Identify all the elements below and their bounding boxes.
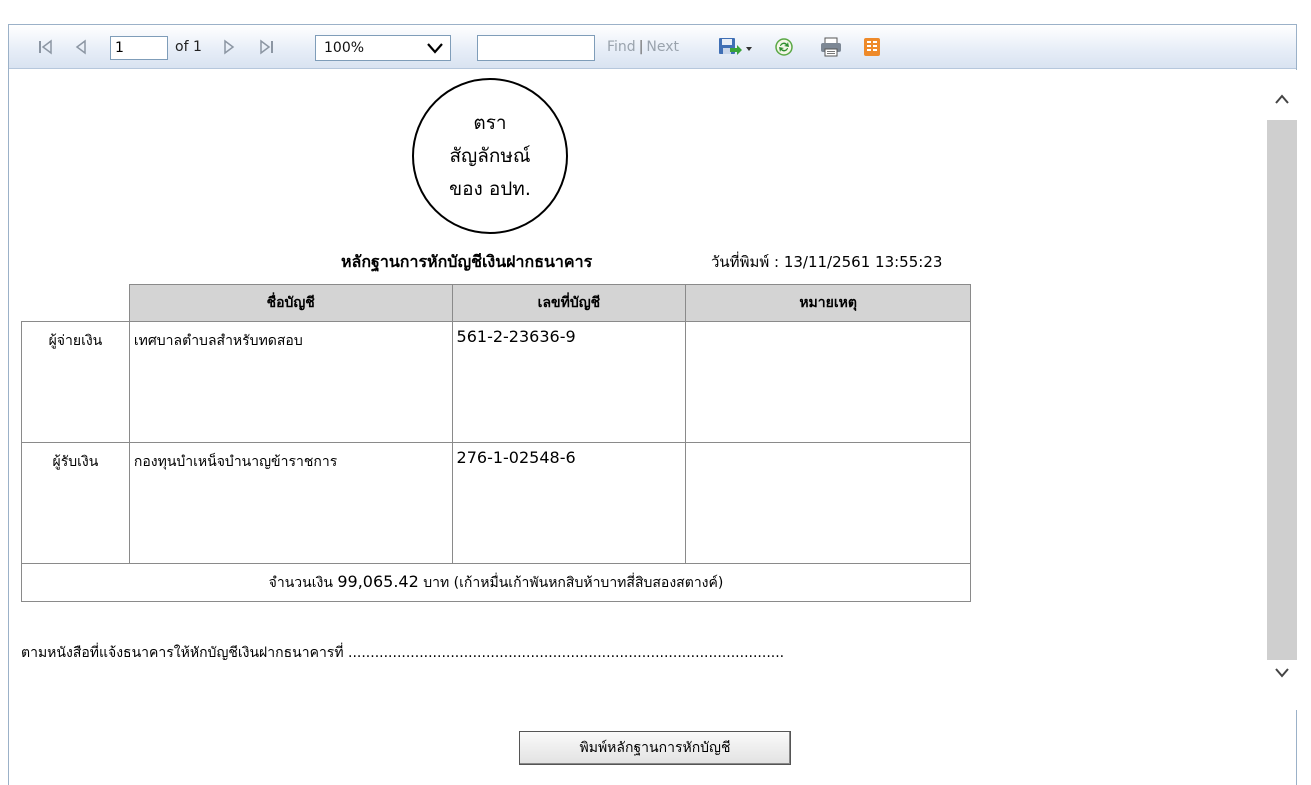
table-row: ผู้รับเงิน กองทุนบำเหน็จบำนาญข้าราชการ 2… [21,442,971,564]
amount-row: จำนวนเงิน 99,065.42 บาท (เก้าหมื่นเก้าพั… [21,563,971,602]
last-page-icon[interactable] [255,37,277,57]
scroll-thumb[interactable] [1267,120,1297,660]
amount-cell: จำนวนเงิน 99,065.42 บาท (เก้าหมื่นเก้าพั… [21,563,971,602]
print-date: วันที่พิมพ์ : 13/11/2561 13:55:23 [711,253,943,271]
table-header-row: ชื่อบัญชี เลขที่บัญชี หมายเหตุ [21,284,971,322]
find-link[interactable]: Find [607,39,636,55]
find-next-link[interactable]: Next [646,39,679,55]
save-export-button[interactable] [717,35,755,59]
payee-account-name: กองทุนบำเหน็จบำนาญข้าราชการ [128,442,453,564]
scroll-down-icon[interactable] [1274,666,1290,684]
payer-role: ผู้จ่ายเงิน [21,321,130,443]
prev-page-icon[interactable] [71,37,91,57]
seal-line-2: สัญลักษณ์ [449,144,531,167]
payer-account-name: เทศบาลตำบลสำหรับทดสอบ [128,321,453,443]
seal-line-1: ตรา [473,111,507,134]
zoom-value: 100% [324,40,365,56]
report-toolbar: of 1 100% Find|Next [9,25,1296,69]
next-page-icon[interactable] [219,37,239,57]
payee-role: ผู้รับเงิน [21,442,130,564]
document-title: หลักฐานการหักบัญชีเงินฝากธนาคาร [341,252,593,271]
header-note: หมายเหตุ [685,284,971,322]
refresh-icon[interactable] [773,36,795,58]
report-content: ตรา สัญลักษณ์ ของ อปท. หลักฐานการหักบัญช… [9,70,1267,710]
payer-note [685,321,971,443]
vertical-scrollbar[interactable] [1267,70,1297,710]
accounts-table: ชื่อบัญชี เลขที่บัญชี หมายเหตุ ผู้จ่ายเง… [21,284,971,602]
scroll-up-icon[interactable] [1274,92,1290,110]
header-account-number: เลขที่บัญชี [451,284,687,322]
emblem-seal: ตรา สัญลักษณ์ ของ อปท. [412,78,568,234]
print-icon[interactable] [819,36,843,58]
save-icon [719,38,752,55]
payer-account-number: 561-2-23636-9 [451,321,687,443]
payee-note [685,442,971,564]
chevron-down-icon [426,41,444,59]
page-number-input[interactable] [110,36,168,60]
payee-account-number: 276-1-02548-6 [451,442,687,564]
page-count-label: of 1 [175,39,202,55]
header-account-name: ชื่อบัญชี [128,284,453,322]
reference-line: ตามหนังสือที่แจ้งธนาคารให้หักบัญชีเงินฝา… [21,645,785,661]
seal-line-3: ของ อปท. [449,177,531,200]
find-links: Find | Next [607,39,679,55]
print-evidence-button[interactable]: พิมพ์หลักฐานการหักบัญชี [519,731,791,765]
amount-value: 99,065.42 [337,571,419,591]
first-page-icon[interactable] [35,37,57,57]
table-row: ผู้จ่ายเงิน เทศบาลตำบลสำหรับทดสอบ 561-2-… [21,321,971,443]
find-separator: | [638,39,644,55]
amount-suffix: บาท (เก้าหมื่นเก้าพันหกสิบห้าบาทสี่สิบสอ… [418,574,724,591]
report-viewer: of 1 100% Find|Next [8,24,1297,785]
amount-prefix: จำนวนเงิน [268,574,338,591]
zoom-select[interactable]: 100% [315,35,451,61]
find-input[interactable] [477,35,595,61]
layout-icon[interactable] [861,36,883,58]
header-blank-cell [21,284,130,322]
